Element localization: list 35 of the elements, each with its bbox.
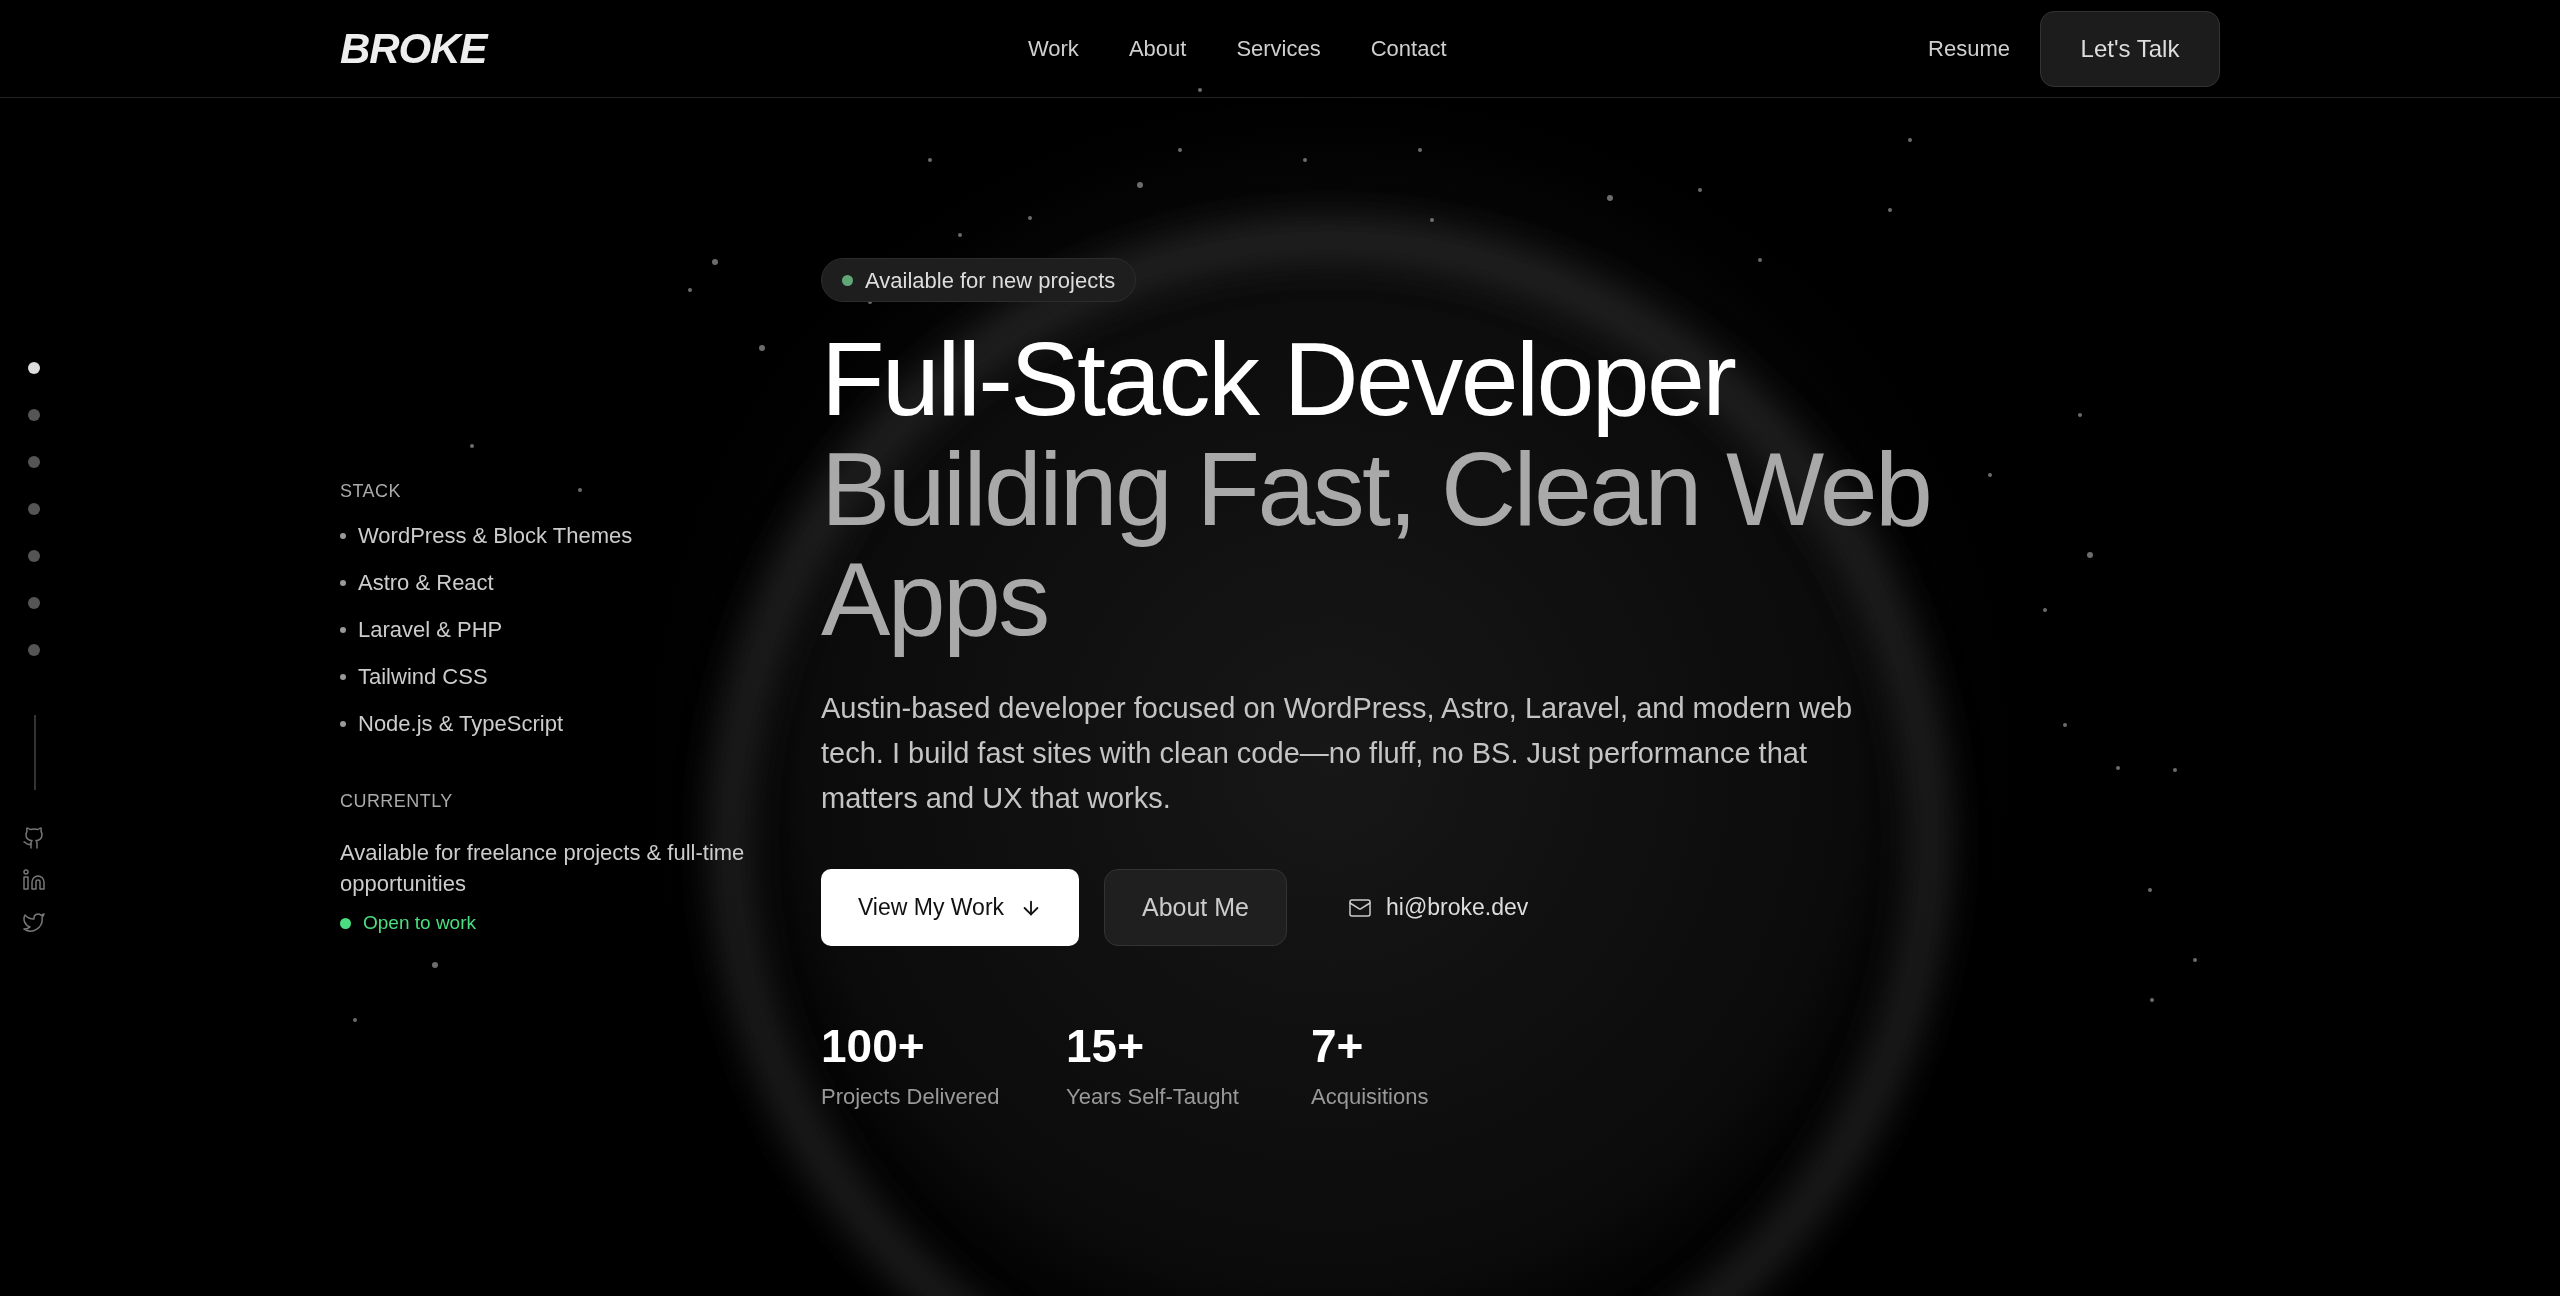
bullet-icon [340, 626, 346, 633]
stat-value: 7+ [1311, 1019, 1365, 1074]
nav-link[interactable]: Contact [1370, 32, 1447, 65]
linkedin-icon[interactable] [22, 868, 46, 892]
lets-talk-button[interactable]: Let's Talk [2040, 10, 2220, 87]
stat-label: Projects Delivered [821, 1083, 1001, 1111]
stat-value: 15+ [1066, 1019, 1146, 1074]
nav-link[interactable]: About [1128, 32, 1187, 65]
bullet-icon [340, 532, 346, 539]
badge-label: Available for new projects [865, 266, 1116, 295]
about-me-button[interactable]: About Me [1104, 869, 1287, 946]
stack-item: Tailwind CSS [358, 663, 488, 691]
nav-link[interactable]: Work [1027, 32, 1079, 65]
stack-item: Astro & React [358, 569, 494, 597]
github-icon[interactable] [22, 826, 46, 850]
status-label: Open to work [363, 911, 476, 935]
bullet-icon [340, 579, 346, 586]
stat-label: Years Self-Taught [1066, 1083, 1240, 1111]
bullet-icon [340, 720, 346, 727]
email-link[interactable]: hi@broke.dev [1348, 890, 1529, 925]
nav-link[interactable]: Services [1236, 32, 1321, 65]
stack-item: Laravel & PHP [358, 616, 503, 644]
twitter-icon[interactable] [22, 910, 46, 934]
stat-value: 100+ [821, 1019, 926, 1074]
stack-item: Node.js & TypeScript [358, 710, 564, 738]
bullet-icon [340, 673, 346, 680]
logo[interactable]: BROKE [340, 17, 487, 80]
availability-text: Available for freelance projects & full-time opportunities [340, 839, 746, 898]
section-label: STACK [340, 480, 402, 503]
stat-label: Acquisitions [1311, 1083, 1430, 1111]
stack-item: WordPress & Block Themes [358, 522, 633, 550]
view-work-button[interactable]: View My Work [821, 869, 1079, 946]
hero-description: Austin-based developer focused on WordPress, Astro, Laravel, and modern web tech. I build fast sites with clean code—no fluff, no BS. Just performance that matters and UX that works. [821, 691, 1854, 816]
section-label: CURRENTLY [340, 790, 454, 813]
resume-link[interactable]: Resume [1928, 32, 2010, 65]
